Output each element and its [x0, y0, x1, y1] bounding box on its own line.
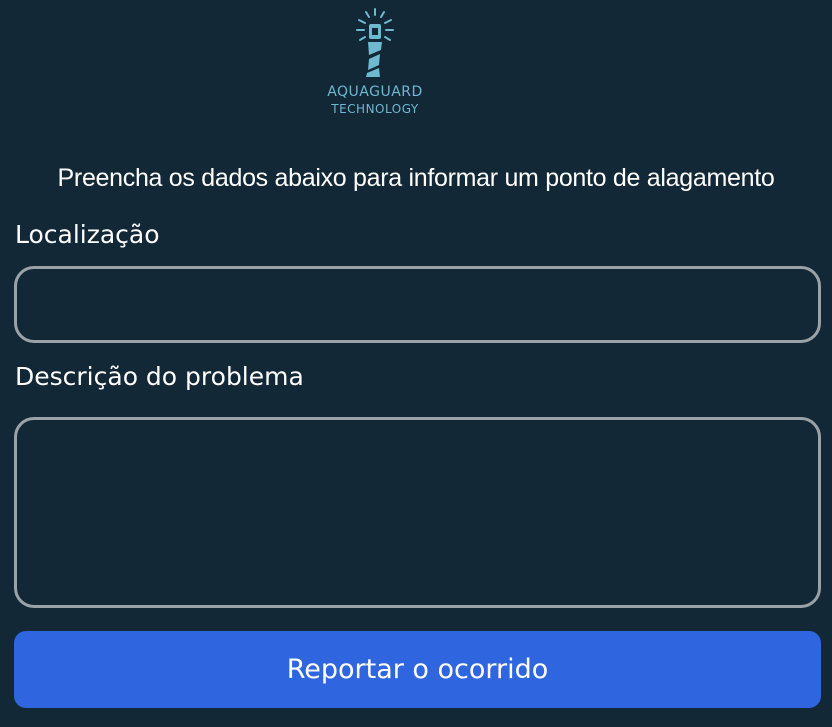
report-submit-button[interactable]: Reportar o ocorrido	[14, 631, 821, 708]
location-label: Localização	[15, 220, 160, 249]
description-label: Descrição do problema	[15, 362, 304, 391]
location-input[interactable]	[17, 269, 818, 340]
description-field-container	[14, 417, 821, 608]
brand-subtitle: TECHNOLOGY	[331, 102, 419, 116]
description-textarea[interactable]	[17, 420, 818, 605]
brand-name: AQUAGUARD	[327, 84, 423, 100]
report-flooding-page: AQUAGUARD TECHNOLOGY Preencha os dados a…	[0, 0, 832, 727]
lighthouse-icon	[356, 8, 394, 77]
aquaguard-logo: AQUAGUARD TECHNOLOGY	[300, 6, 450, 121]
form-intro-text: Preencha os dados abaixo para informar u…	[57, 164, 775, 192]
location-field-container	[14, 266, 821, 343]
